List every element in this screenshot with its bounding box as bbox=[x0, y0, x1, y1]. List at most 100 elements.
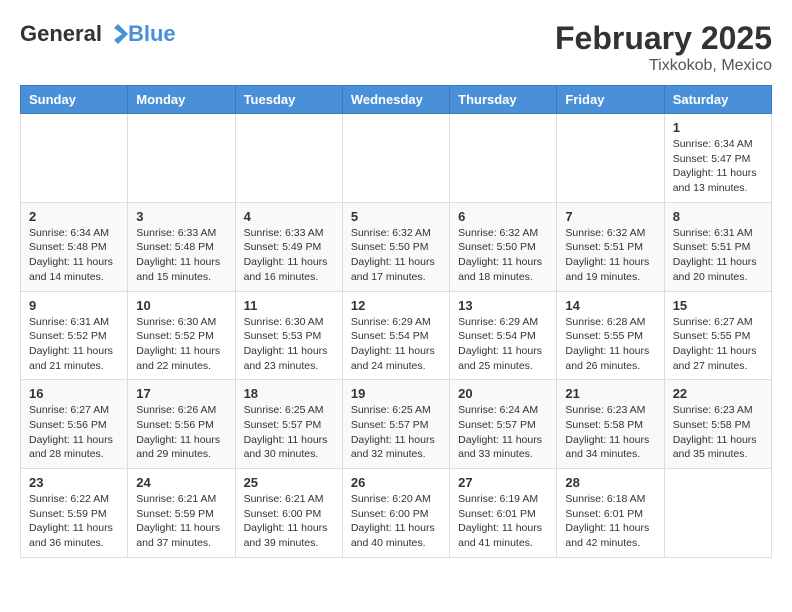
day-number: 3 bbox=[136, 209, 226, 224]
calendar-cell: 16 Sunrise: 6:27 AM Sunset: 5:56 PM Dayli… bbox=[21, 380, 128, 469]
day-number: 19 bbox=[351, 386, 441, 401]
day-number: 28 bbox=[565, 475, 655, 490]
column-header-monday: Monday bbox=[128, 86, 235, 114]
location: Tixkokob, Mexico bbox=[555, 57, 772, 75]
calendar-cell: 18Sunrise: 6:25 AM Sunset: 5:57 PM Dayli… bbox=[235, 380, 342, 469]
day-info: Sunrise: 6:32 AM Sunset: 5:51 PM Dayligh… bbox=[565, 226, 655, 285]
day-info: Sunrise: 6:32 AM Sunset: 5:50 PM Dayligh… bbox=[351, 226, 441, 285]
day-info: Sunrise: 6:22 AM Sunset: 5:59 PM Dayligh… bbox=[29, 492, 119, 551]
calendar-cell: 2Sunrise: 6:34 AM Sunset: 5:48 PM Daylig… bbox=[21, 202, 128, 291]
day-number: 13 bbox=[458, 298, 548, 313]
calendar-cell: 10Sunrise: 6:30 AM Sunset: 5:52 PM Dayli… bbox=[128, 291, 235, 380]
day-info: Sunrise: 6:33 AM Sunset: 5:48 PM Dayligh… bbox=[136, 226, 226, 285]
calendar-week-4: 16 Sunrise: 6:27 AM Sunset: 5:56 PM Dayli… bbox=[21, 380, 772, 469]
calendar-cell: 22 Sunrise: 6:23 AM Sunset: 5:58 PM Dayli… bbox=[664, 380, 771, 469]
day-number: 8 bbox=[673, 209, 763, 224]
calendar-cell: 21 Sunrise: 6:23 AM Sunset: 5:58 PM Dayli… bbox=[557, 380, 664, 469]
calendar-cell: 1 Sunrise: 6:34 AM Sunset: 5:47 PM Daylig… bbox=[664, 114, 771, 203]
day-number: 21 bbox=[565, 386, 655, 401]
day-info: Sunrise: 6:33 AM Sunset: 5:49 PM Dayligh… bbox=[244, 226, 334, 285]
column-header-sunday: Sunday bbox=[21, 86, 128, 114]
calendar-week-5: 23 Sunrise: 6:22 AM Sunset: 5:59 PM Dayli… bbox=[21, 469, 772, 558]
calendar-cell: 4 Sunrise: 6:33 AM Sunset: 5:49 PM Daylig… bbox=[235, 202, 342, 291]
day-info: Sunrise: 6:29 AM Sunset: 5:54 PM Dayligh… bbox=[458, 315, 548, 374]
page-header: General Blue February 2025 Tixkokob, Mex… bbox=[20, 20, 772, 75]
calendar-week-2: 2Sunrise: 6:34 AM Sunset: 5:48 PM Daylig… bbox=[21, 202, 772, 291]
day-number: 6 bbox=[458, 209, 548, 224]
day-info: Sunrise: 6:30 AM Sunset: 5:53 PM Dayligh… bbox=[244, 315, 334, 374]
day-info: Sunrise: 6:27 AM Sunset: 5:56 PM Dayligh… bbox=[29, 403, 119, 462]
calendar-cell: 12 Sunrise: 6:29 AM Sunset: 5:54 PM Dayli… bbox=[342, 291, 449, 380]
calendar-cell: 5 Sunrise: 6:32 AM Sunset: 5:50 PM Daylig… bbox=[342, 202, 449, 291]
day-number: 22 bbox=[673, 386, 763, 401]
calendar-cell: 6 Sunrise: 6:32 AM Sunset: 5:50 PM Daylig… bbox=[450, 202, 557, 291]
calendar-cell: 24 Sunrise: 6:21 AM Sunset: 5:59 PM Dayli… bbox=[128, 469, 235, 558]
day-info: Sunrise: 6:23 AM Sunset: 5:58 PM Dayligh… bbox=[673, 403, 763, 462]
day-number: 24 bbox=[136, 475, 226, 490]
day-info: Sunrise: 6:21 AM Sunset: 5:59 PM Dayligh… bbox=[136, 492, 226, 551]
day-number: 27 bbox=[458, 475, 548, 490]
day-info: Sunrise: 6:26 AM Sunset: 5:56 PM Dayligh… bbox=[136, 403, 226, 462]
day-info: Sunrise: 6:23 AM Sunset: 5:58 PM Dayligh… bbox=[565, 403, 655, 462]
day-info: Sunrise: 6:31 AM Sunset: 5:52 PM Dayligh… bbox=[29, 315, 119, 374]
calendar-header-row: SundayMondayTuesdayWednesdayThursdayFrid… bbox=[21, 86, 772, 114]
calendar-week-3: 9Sunrise: 6:31 AM Sunset: 5:52 PM Daylig… bbox=[21, 291, 772, 380]
calendar-cell bbox=[557, 114, 664, 203]
calendar-cell: 27 Sunrise: 6:19 AM Sunset: 6:01 PM Dayli… bbox=[450, 469, 557, 558]
day-number: 1 bbox=[673, 120, 763, 135]
day-info: Sunrise: 6:28 AM Sunset: 5:55 PM Dayligh… bbox=[565, 315, 655, 374]
calendar-cell: 11 Sunrise: 6:30 AM Sunset: 5:53 PM Dayli… bbox=[235, 291, 342, 380]
day-number: 25 bbox=[244, 475, 334, 490]
day-info: Sunrise: 6:27 AM Sunset: 5:55 PM Dayligh… bbox=[673, 315, 763, 374]
day-number: 7 bbox=[565, 209, 655, 224]
day-info: Sunrise: 6:19 AM Sunset: 6:01 PM Dayligh… bbox=[458, 492, 548, 551]
day-number: 2 bbox=[29, 209, 119, 224]
day-number: 14 bbox=[565, 298, 655, 313]
column-header-wednesday: Wednesday bbox=[342, 86, 449, 114]
day-number: 5 bbox=[351, 209, 441, 224]
month-year: February 2025 bbox=[555, 20, 772, 57]
calendar-cell bbox=[664, 469, 771, 558]
calendar-cell bbox=[450, 114, 557, 203]
column-header-friday: Friday bbox=[557, 86, 664, 114]
day-number: 12 bbox=[351, 298, 441, 313]
logo: General Blue bbox=[20, 20, 176, 48]
column-header-saturday: Saturday bbox=[664, 86, 771, 114]
day-number: 4 bbox=[244, 209, 334, 224]
calendar-cell: 25 Sunrise: 6:21 AM Sunset: 6:00 PM Dayli… bbox=[235, 469, 342, 558]
day-number: 11 bbox=[244, 298, 334, 313]
calendar-cell: 19 Sunrise: 6:25 AM Sunset: 5:57 PM Dayli… bbox=[342, 380, 449, 469]
day-number: 20 bbox=[458, 386, 548, 401]
day-number: 26 bbox=[351, 475, 441, 490]
calendar-cell: 8 Sunrise: 6:31 AM Sunset: 5:51 PM Daylig… bbox=[664, 202, 771, 291]
calendar-cell: 15 Sunrise: 6:27 AM Sunset: 5:55 PM Dayli… bbox=[664, 291, 771, 380]
calendar-cell bbox=[128, 114, 235, 203]
calendar-cell: 20 Sunrise: 6:24 AM Sunset: 5:57 PM Dayli… bbox=[450, 380, 557, 469]
calendar-week-1: 1 Sunrise: 6:34 AM Sunset: 5:47 PM Daylig… bbox=[21, 114, 772, 203]
day-number: 10 bbox=[136, 298, 226, 313]
day-info: Sunrise: 6:25 AM Sunset: 5:57 PM Dayligh… bbox=[351, 403, 441, 462]
title-block: February 2025 Tixkokob, Mexico bbox=[555, 20, 772, 75]
day-number: 15 bbox=[673, 298, 763, 313]
day-info: Sunrise: 6:29 AM Sunset: 5:54 PM Dayligh… bbox=[351, 315, 441, 374]
day-info: Sunrise: 6:18 AM Sunset: 6:01 PM Dayligh… bbox=[565, 492, 655, 551]
day-info: Sunrise: 6:34 AM Sunset: 5:47 PM Dayligh… bbox=[673, 137, 763, 196]
day-number: 16 bbox=[29, 386, 119, 401]
day-number: 17 bbox=[136, 386, 226, 401]
day-info: Sunrise: 6:21 AM Sunset: 6:00 PM Dayligh… bbox=[244, 492, 334, 551]
calendar-cell bbox=[235, 114, 342, 203]
calendar-cell: 3 Sunrise: 6:33 AM Sunset: 5:48 PM Daylig… bbox=[128, 202, 235, 291]
day-info: Sunrise: 6:32 AM Sunset: 5:50 PM Dayligh… bbox=[458, 226, 548, 285]
calendar-cell: 17 Sunrise: 6:26 AM Sunset: 5:56 PM Dayli… bbox=[128, 380, 235, 469]
day-info: Sunrise: 6:24 AM Sunset: 5:57 PM Dayligh… bbox=[458, 403, 548, 462]
calendar-cell: 23 Sunrise: 6:22 AM Sunset: 5:59 PM Dayli… bbox=[21, 469, 128, 558]
calendar-cell: 9Sunrise: 6:31 AM Sunset: 5:52 PM Daylig… bbox=[21, 291, 128, 380]
calendar-cell bbox=[342, 114, 449, 203]
day-info: Sunrise: 6:20 AM Sunset: 6:00 PM Dayligh… bbox=[351, 492, 441, 551]
day-info: Sunrise: 6:31 AM Sunset: 5:51 PM Dayligh… bbox=[673, 226, 763, 285]
calendar-cell: 26 Sunrise: 6:20 AM Sunset: 6:00 PM Dayli… bbox=[342, 469, 449, 558]
day-number: 18 bbox=[244, 386, 334, 401]
column-header-tuesday: Tuesday bbox=[235, 86, 342, 114]
logo-text-general: General bbox=[20, 21, 102, 47]
day-number: 23 bbox=[29, 475, 119, 490]
